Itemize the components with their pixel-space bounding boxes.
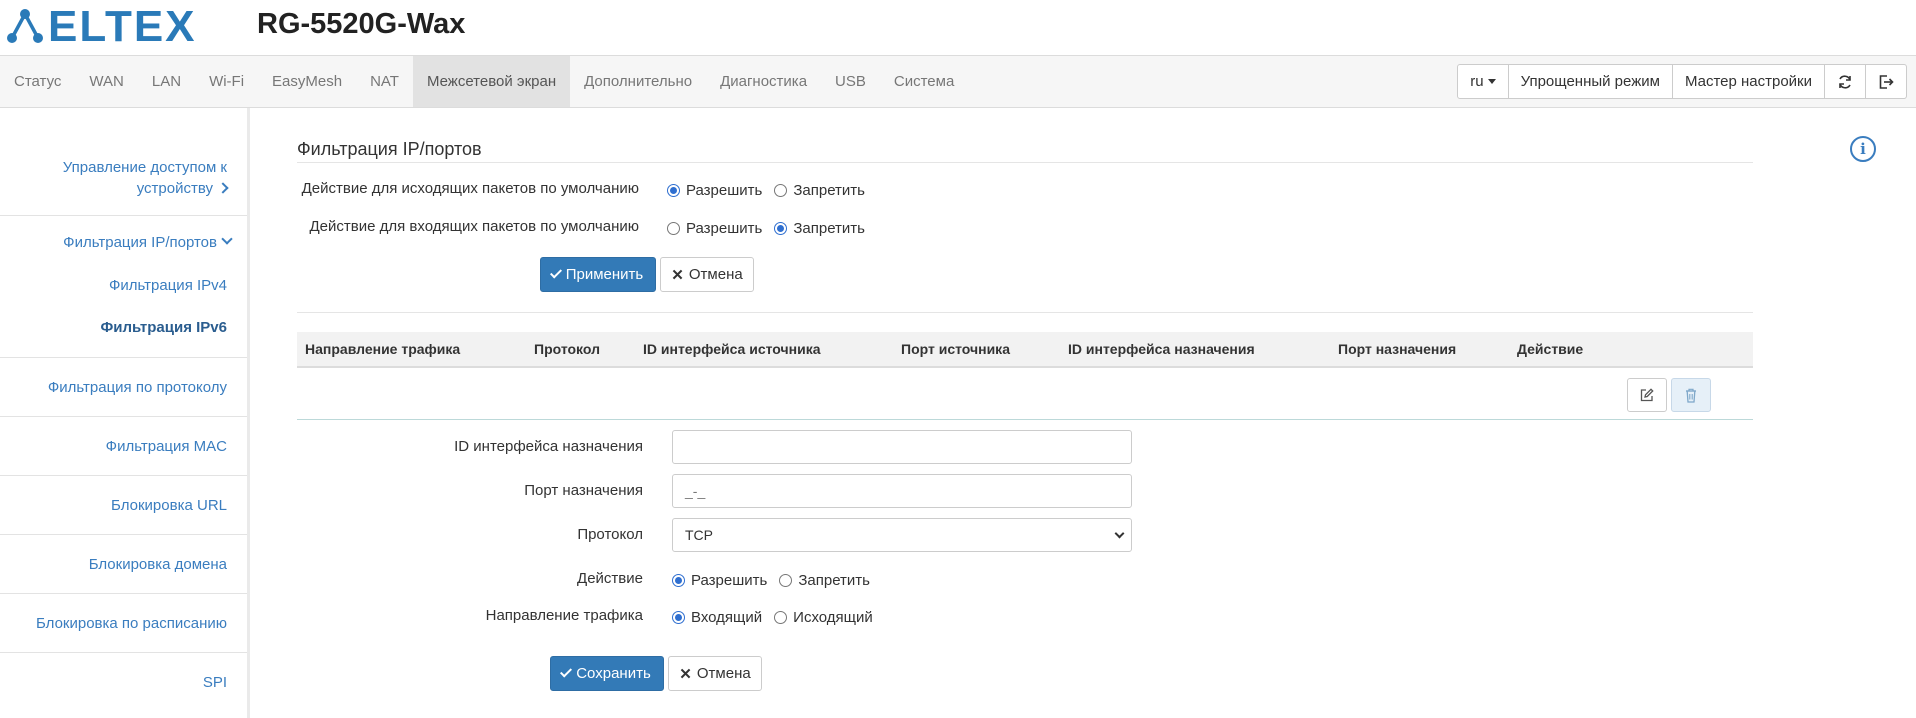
protocol-value: TCP [685, 527, 713, 543]
setup-wizard-button[interactable]: Мастер настройки [1671, 64, 1825, 99]
sidebar-item-access[interactable]: Управление доступом к устройству [0, 108, 247, 216]
close-icon: ✕ [671, 266, 684, 284]
radio-checked-icon [672, 573, 685, 587]
col-src-port: Порт источника [901, 341, 1010, 357]
logo-text: ELTEX [48, 2, 197, 51]
nav-diagnostics[interactable]: Диагностика [706, 56, 821, 107]
direction-in-radio[interactable]: Входящий [672, 609, 762, 626]
radio-checked-icon [672, 610, 685, 624]
sidebar-item-url[interactable]: Блокировка URL [0, 476, 247, 535]
chevron-down-icon [1114, 528, 1125, 539]
radio-unchecked-icon [774, 610, 788, 624]
sidebar-item-ipv4[interactable]: Фильтрация IPv4 [109, 277, 227, 294]
sidebar-item-access-line1: Управление доступом к [62, 159, 227, 176]
eltex-logo-icon [7, 9, 43, 43]
direction-label: Направление трафика [485, 607, 643, 624]
chevron-down-icon [221, 233, 233, 245]
sidebar-item-ipv6[interactable]: Фильтрация IPv6 [100, 319, 227, 336]
trash-icon [1686, 388, 1696, 403]
language-value: ru [1470, 73, 1484, 90]
edit-rule-button[interactable] [1627, 378, 1667, 412]
incoming-deny-radio[interactable]: Запретить [774, 220, 865, 237]
sidebar-item-ip-filter[interactable]: Фильтрация IP/портов [63, 233, 233, 251]
caret-down-icon [1487, 79, 1496, 84]
nav-system[interactable]: Система [880, 56, 968, 107]
title-divider [297, 162, 1753, 163]
incoming-default-label: Действие для входящих пакетов по умолчан… [309, 218, 639, 235]
dst-iface-label: ID интерфейса назначения [454, 438, 643, 455]
main-navbar: Статус WAN LAN Wi-Fi EasyMesh NAT Межсет… [0, 55, 1916, 108]
chevron-right-icon [217, 182, 229, 194]
delete-rule-button[interactable] [1671, 378, 1711, 412]
col-direction: Направление трафика [305, 341, 461, 357]
info-icon[interactable]: i [1850, 136, 1876, 162]
sidebar: Управление доступом к устройству Фильтра… [0, 108, 250, 718]
table-row [297, 370, 1753, 420]
simple-mode-button[interactable]: Упрощенный режим [1507, 64, 1673, 99]
action-deny-radio[interactable]: Запретить [779, 572, 870, 589]
incoming-allow-radio[interactable]: Разрешить [667, 220, 762, 237]
outgoing-deny-radio[interactable]: Запретить [774, 182, 865, 199]
page-title: Фильтрация IP/портов [297, 139, 482, 159]
protocol-select[interactable]: TCP [672, 518, 1132, 552]
sidebar-item-mac[interactable]: Фильтрация MAC [0, 417, 247, 476]
nav-advanced[interactable]: Дополнительно [570, 56, 706, 107]
direction-out-radio[interactable]: Исходящий [774, 609, 873, 626]
nav-easymesh[interactable]: EasyMesh [258, 56, 356, 107]
col-protocol: Протокол [534, 341, 600, 357]
logout-icon [1879, 74, 1894, 89]
protocol-label: Протокол [577, 526, 643, 543]
logo: ELTEX [6, 5, 197, 49]
cancel-form-button[interactable]: ✕ Отмена [668, 656, 762, 691]
radio-unchecked-icon [779, 573, 793, 587]
sidebar-item-protocol[interactable]: Фильтрация по протоколу [0, 358, 247, 417]
radio-checked-icon [667, 183, 680, 197]
col-dst-iface: ID интерфейса назначения [1068, 341, 1255, 357]
sidebar-item-spi[interactable]: SPI [0, 653, 247, 712]
header: ELTEX RG-5520G-Wax [0, 0, 1916, 55]
edit-icon [1640, 388, 1654, 402]
outgoing-default-label: Действие для исходящих пакетов по умолча… [301, 180, 639, 197]
apply-button[interactable]: Применить [540, 257, 656, 292]
logout-button[interactable] [1865, 64, 1907, 99]
nav-wifi[interactable]: Wi-Fi [195, 56, 258, 107]
section-divider [297, 312, 1753, 313]
close-icon: ✕ [679, 665, 692, 683]
dst-port-label: Порт назначения [524, 482, 643, 499]
col-action: Действие [1517, 341, 1584, 357]
check-icon [549, 266, 562, 279]
radio-unchecked-icon [774, 183, 788, 197]
language-dropdown[interactable]: ru [1457, 64, 1509, 99]
nav-status[interactable]: Статус [0, 56, 75, 107]
refresh-button[interactable] [1824, 64, 1866, 99]
cancel-defaults-button[interactable]: ✕ Отмена [660, 257, 754, 292]
radio-checked-icon [774, 221, 788, 235]
outgoing-allow-radio[interactable]: Разрешить [667, 182, 762, 199]
nav-wan[interactable]: WAN [75, 56, 137, 107]
nav-usb[interactable]: USB [821, 56, 880, 107]
col-dst-port: Порт назначения [1338, 341, 1457, 357]
sidebar-item-schedule[interactable]: Блокировка по расписанию [0, 594, 247, 653]
nav-nat[interactable]: NAT [356, 56, 413, 107]
sidebar-item-access-label: устройству [0, 178, 229, 199]
sidebar-group-ip-filter: Фильтрация IP/портов Фильтрация IPv4 Фил… [0, 216, 247, 358]
col-src-iface: ID интерфейса источника [643, 341, 821, 357]
nav-lan[interactable]: LAN [138, 56, 195, 107]
dst-iface-input[interactable] [672, 430, 1132, 464]
action-allow-radio[interactable]: Разрешить [672, 572, 767, 589]
check-icon [560, 665, 573, 678]
device-model: RG-5520G-Wax [257, 8, 466, 40]
rules-table-header: Направление трафика Протокол ID интерфей… [297, 332, 1753, 368]
refresh-icon [1839, 74, 1851, 89]
nav-firewall[interactable]: Межсетевой экран [412, 56, 571, 107]
action-label: Действие [577, 570, 643, 587]
radio-unchecked-icon [667, 221, 680, 235]
sidebar-item-domain[interactable]: Блокировка домена [0, 535, 247, 594]
save-button[interactable]: Сохранить [550, 656, 664, 691]
dst-port-input[interactable]: _-_ [672, 474, 1132, 508]
